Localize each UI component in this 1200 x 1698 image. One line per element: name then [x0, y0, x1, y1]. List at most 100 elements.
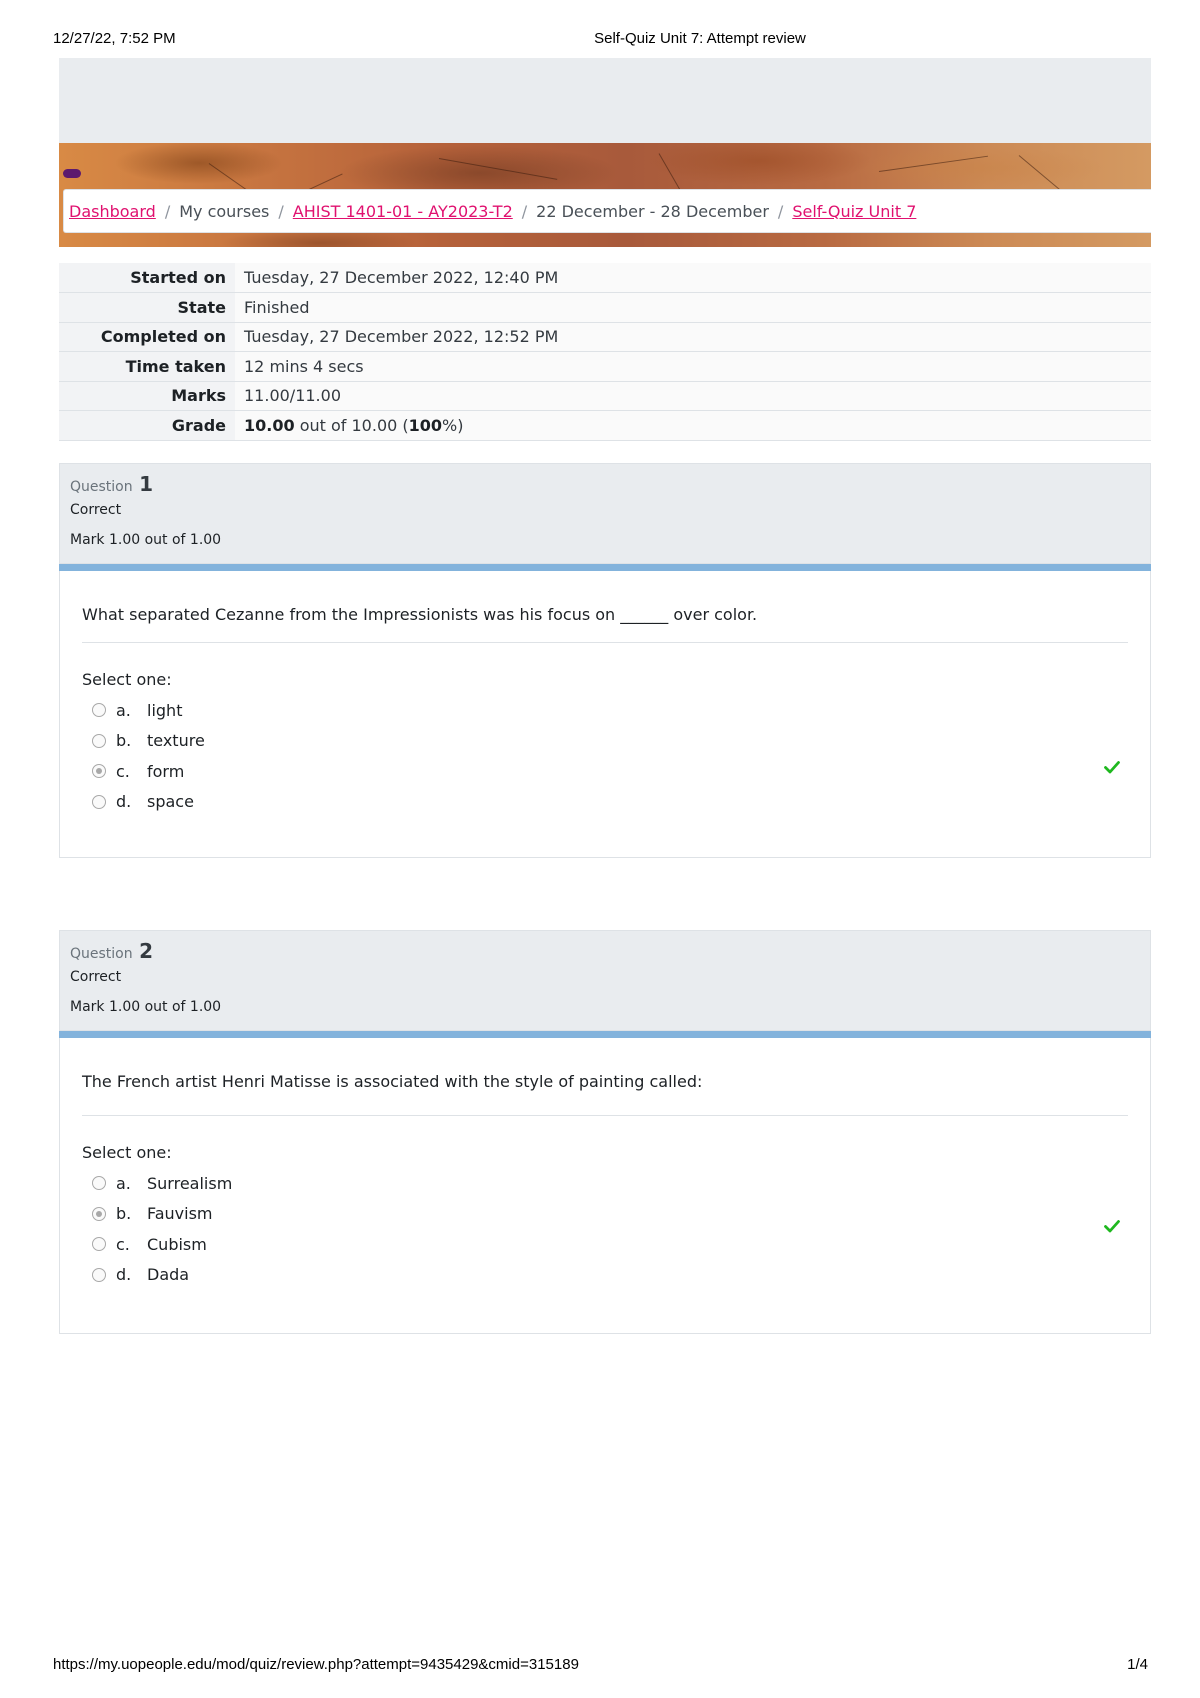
answer-option-a[interactable]: a. light [82, 695, 1128, 726]
answer-text: space [147, 792, 194, 812]
grade-value: 10.00 [244, 415, 295, 435]
answer-letter: c. [116, 761, 130, 781]
check-icon [1104, 761, 1120, 774]
breadcrumb-separator: / [777, 201, 784, 221]
question-number-value: 2 [139, 939, 153, 963]
breadcrumb-my-courses: My courses [179, 201, 270, 221]
summary-label: Marks [59, 381, 235, 411]
summary-label: Grade [59, 410, 235, 440]
answer-text: Dada [147, 1265, 190, 1285]
summary-label: Completed on [59, 322, 235, 352]
radio-button[interactable] [92, 1267, 106, 1282]
question-accent-bar [59, 564, 1151, 571]
answer-option-c[interactable]: c. form [82, 756, 1128, 787]
breadcrumb: Dashboard / My courses / AHIST 1401-01 -… [63, 189, 1151, 233]
summary-value: Tuesday, 27 December 2022, 12:52 PM [235, 322, 1151, 352]
check-icon [1104, 1220, 1120, 1233]
question-number-value: 1 [139, 472, 153, 496]
grade-suffix: %) [442, 415, 464, 435]
question-accent-bar [59, 1031, 1151, 1038]
answer-text: Cubism [147, 1234, 207, 1254]
select-one-prompt: Select one: [82, 1143, 172, 1162]
answer-text: light [147, 700, 183, 720]
radio-button[interactable] [92, 1176, 106, 1191]
answer-letter: a. [116, 700, 131, 720]
select-one-prompt: Select one: [82, 670, 172, 689]
question-divider [82, 642, 1128, 643]
summary-row-state: State Finished [59, 292, 1151, 322]
attempt-summary-table: Started on Tuesday, 27 December 2022, 12… [59, 263, 1151, 441]
answer-letter: d. [116, 792, 132, 812]
answer-letter: a. [116, 1173, 131, 1193]
print-page-number: 1/4 [1127, 1656, 1148, 1673]
summary-label: State [59, 292, 235, 322]
navbar-area [59, 58, 1151, 143]
breadcrumb-week: 22 December - 28 December [536, 201, 769, 221]
question-divider [82, 1115, 1128, 1116]
question-content: What separated Cezanne from the Impressi… [59, 571, 1151, 858]
answer-options: a. light b. texture c. form d. space [82, 695, 1128, 817]
question-mark: Mark 1.00 out of 1.00 [70, 532, 222, 548]
course-banner: Dashboard / My courses / AHIST 1401-01 -… [59, 143, 1151, 247]
breadcrumb-quiz[interactable]: Self-Quiz Unit 7 [792, 202, 916, 221]
answer-letter: c. [116, 1234, 130, 1254]
answer-option-b[interactable]: b. Fauvism [82, 1199, 1128, 1230]
radio-button[interactable] [92, 1237, 106, 1252]
answer-option-c[interactable]: c. Cubism [82, 1229, 1128, 1260]
answer-option-d[interactable]: d. Dada [82, 1260, 1128, 1291]
question-number: Question 1 [70, 472, 1140, 497]
answer-letter: d. [116, 1265, 132, 1285]
summary-row-started: Started on Tuesday, 27 December 2022, 12… [59, 263, 1151, 293]
answer-option-b[interactable]: b. texture [82, 726, 1128, 757]
summary-value: Finished [235, 292, 1151, 322]
summary-value: Tuesday, 27 December 2022, 12:40 PM [235, 263, 1151, 293]
summary-value: 10.00 out of 10.00 (100%) [235, 410, 1151, 440]
breadcrumb-dashboard[interactable]: Dashboard [69, 202, 156, 221]
summary-row-time-taken: Time taken 12 mins 4 secs [59, 351, 1151, 381]
summary-row-completed: Completed on Tuesday, 27 December 2022, … [59, 322, 1151, 352]
answer-option-a[interactable]: a. Surrealism [82, 1168, 1128, 1199]
print-url: https://my.uopeople.edu/mod/quiz/review.… [53, 1656, 579, 1673]
radio-button[interactable] [92, 703, 106, 718]
print-page-title: Self-Quiz Unit 7: Attempt review [594, 30, 806, 47]
page-content: Dashboard / My courses / AHIST 1401-01 -… [59, 58, 1151, 1334]
question-mark: Mark 1.00 out of 1.00 [70, 999, 222, 1015]
radio-button-selected[interactable] [92, 1206, 106, 1221]
radio-button[interactable] [92, 733, 106, 748]
summary-row-marks: Marks 11.00/11.00 [59, 381, 1151, 411]
summary-label: Time taken [59, 351, 235, 381]
question-2: Question 2 Correct Mark 1.00 out of 1.00… [59, 930, 1151, 1334]
answer-option-d[interactable]: d. space [82, 787, 1128, 818]
print-footer: https://my.uopeople.edu/mod/quiz/review.… [0, 1656, 1200, 1678]
question-label: Question [70, 946, 133, 962]
summary-label: Started on [59, 263, 235, 293]
drawer-toggle[interactable] [63, 169, 81, 178]
breadcrumb-separator: / [521, 201, 528, 221]
breadcrumb-separator: / [164, 201, 171, 221]
answer-text: texture [147, 731, 205, 751]
answer-text: Fauvism [147, 1204, 213, 1224]
question-state: Correct [70, 502, 122, 518]
radio-button-selected[interactable] [92, 764, 106, 779]
summary-value: 11.00/11.00 [235, 381, 1151, 411]
question-info: Question 1 Correct Mark 1.00 out of 1.00 [59, 463, 1151, 564]
question-1: Question 1 Correct Mark 1.00 out of 1.00… [59, 463, 1151, 858]
radio-button[interactable] [92, 794, 106, 809]
answer-letter: b. [116, 731, 132, 751]
summary-row-grade: Grade 10.00 out of 10.00 (100%) [59, 410, 1151, 440]
summary-value: 12 mins 4 secs [235, 351, 1151, 381]
question-label: Question [70, 479, 133, 495]
breadcrumb-course[interactable]: AHIST 1401-01 - AY2023-T2 [293, 202, 513, 221]
question-text: What separated Cezanne from the Impressi… [82, 605, 758, 624]
question-info: Question 2 Correct Mark 1.00 out of 1.00 [59, 930, 1151, 1031]
answer-text: Surrealism [147, 1173, 233, 1193]
answer-text: form [147, 761, 185, 781]
question-text: The French artist Henri Matisse is assoc… [82, 1072, 703, 1091]
answer-options: a. Surrealism b. Fauvism c. Cubism d. Dada [82, 1168, 1128, 1290]
grade-out-of: out of 10.00 ( [294, 415, 409, 435]
question-state: Correct [70, 969, 122, 985]
grade-percent: 100 [408, 415, 443, 435]
print-header: 12/27/22, 7:52 PM Self-Quiz Unit 7: Atte… [0, 30, 1200, 52]
answer-letter: b. [116, 1204, 132, 1224]
question-content: The French artist Henri Matisse is assoc… [59, 1038, 1151, 1334]
